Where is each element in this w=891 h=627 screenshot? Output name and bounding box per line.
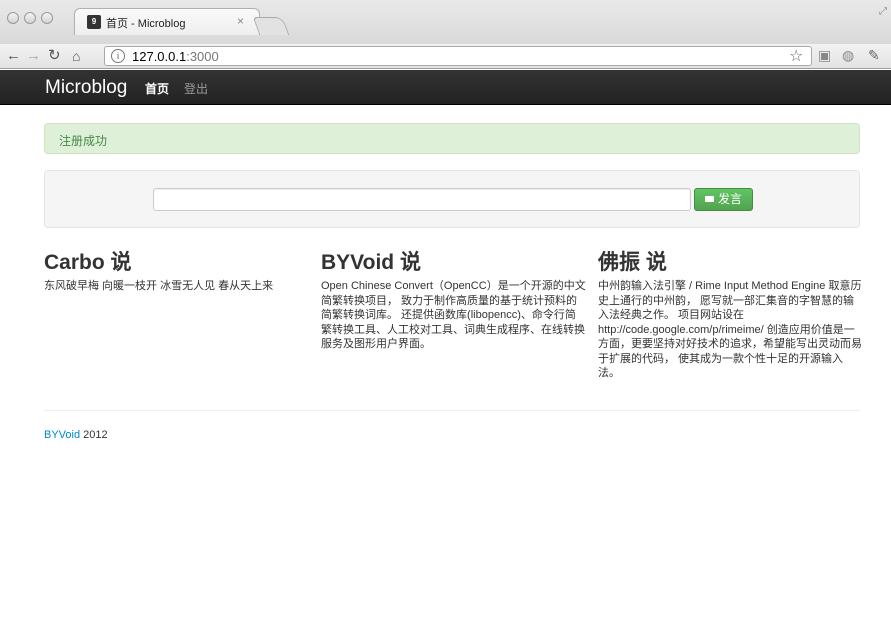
back-arrow-icon[interactable]: ← bbox=[6, 47, 21, 65]
wrench-icon[interactable]: ✎ bbox=[868, 47, 880, 64]
success-alert: 注册成功 bbox=[44, 123, 860, 154]
comment-icon bbox=[704, 196, 714, 202]
post-input[interactable] bbox=[153, 188, 691, 211]
home-icon[interactable]: ⌂ bbox=[72, 47, 80, 65]
url-port: :3000 bbox=[186, 49, 219, 64]
nav-item-home[interactable]: 首页 bbox=[145, 80, 169, 97]
url-host: 127.0.0.1 bbox=[132, 49, 187, 64]
browser-tab-active[interactable]: 9 首页 - Microblog × bbox=[74, 8, 260, 35]
favicon-icon: 9 bbox=[87, 15, 101, 29]
footer-divider bbox=[44, 410, 860, 411]
post-submit-button[interactable]: 发言 bbox=[694, 188, 753, 211]
url-text: 127.0.0.1:3000 bbox=[132, 49, 219, 64]
post-content: 东风破早梅 向暖一枝开 冰雪无人见 春从天上来 bbox=[44, 280, 274, 292]
fullscreen-icon[interactable]: ⤢ bbox=[879, 6, 887, 17]
footer: BYVoid 2012 bbox=[44, 429, 108, 441]
tab-title: 首页 - Microblog bbox=[106, 18, 186, 30]
tab-close-icon[interactable]: × bbox=[237, 14, 244, 28]
window-close-light[interactable] bbox=[7, 12, 19, 24]
reload-icon[interactable]: ↻ bbox=[48, 47, 61, 65]
star-icon[interactable]: ☆ bbox=[789, 46, 803, 66]
post-item: 佛振 说 中州韵输入法引擎 / Rime Input Method Engine… bbox=[598, 250, 863, 381]
footer-year: 2012 bbox=[83, 429, 108, 441]
post-content: Open Chinese Convert（OpenCC）是一个开源的中文简繁转换… bbox=[321, 280, 586, 350]
extension-icon[interactable]: ▣ bbox=[818, 47, 831, 64]
browser-toolbar: ← → ↻ ⌂ i 127.0.0.1:3000 ☆ ▣ ◍ ✎ bbox=[0, 44, 891, 69]
site-navbar: Microblog 首页 登出 bbox=[0, 70, 891, 105]
post-submit-label: 发言 bbox=[717, 192, 742, 206]
new-tab-button[interactable] bbox=[252, 17, 290, 35]
window-minimize-light[interactable] bbox=[24, 12, 36, 24]
post-author-title: Carbo 说 bbox=[44, 251, 132, 274]
post-form: 发言 bbox=[44, 170, 860, 228]
brand-link[interactable]: Microblog bbox=[45, 77, 127, 99]
browser-tabstrip: 9 首页 - Microblog × ⤢ bbox=[0, 0, 891, 44]
globe-icon[interactable]: ◍ bbox=[842, 47, 854, 64]
post-author-title: 佛振 说 bbox=[598, 251, 667, 274]
page-info-icon[interactable]: i bbox=[111, 49, 125, 63]
post-item: Carbo 说 东风破早梅 向暖一枝开 冰雪无人见 春从天上来 bbox=[44, 250, 309, 294]
post-item: BYVoid 说 Open Chinese Convert（OpenCC）是一个… bbox=[321, 250, 586, 352]
post-content: 中州韵输入法引擎 / Rime Input Method Engine 取意历史… bbox=[598, 280, 862, 379]
nav-item-logout[interactable]: 登出 bbox=[184, 80, 208, 97]
window-zoom-light[interactable] bbox=[41, 12, 53, 24]
forward-arrow-icon[interactable]: → bbox=[26, 47, 41, 65]
post-author-title: BYVoid 说 bbox=[321, 251, 421, 274]
alert-message: 注册成功 bbox=[59, 134, 108, 148]
address-bar[interactable]: i 127.0.0.1:3000 ☆ bbox=[104, 46, 812, 66]
footer-author-link[interactable]: BYVoid bbox=[44, 429, 80, 441]
